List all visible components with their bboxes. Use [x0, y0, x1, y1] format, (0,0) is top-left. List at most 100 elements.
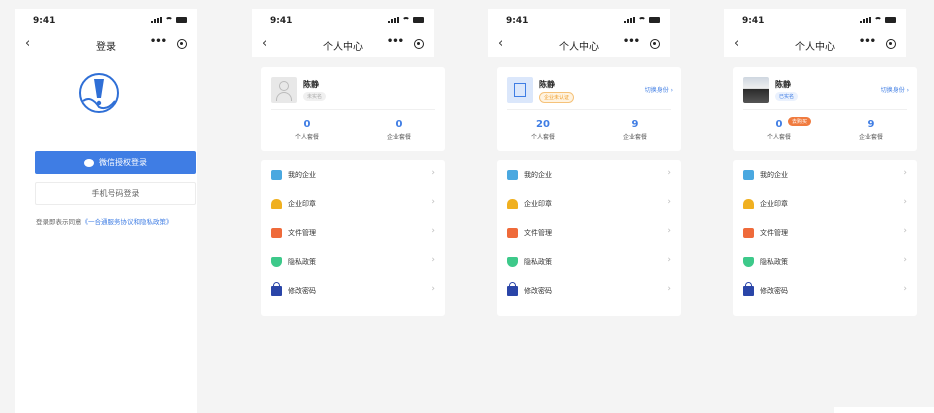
menu-item-label: 企业印章: [524, 199, 552, 208]
more-icon[interactable]: •••: [150, 36, 167, 47]
nav-bar: ‹ 登录 •••: [15, 33, 197, 57]
status-badge: 未实名: [303, 92, 327, 101]
menu-item-label: 修改密码: [524, 286, 552, 295]
folder-icon: [507, 227, 518, 238]
more-icon[interactable]: •••: [859, 36, 876, 47]
close-miniapp-icon[interactable]: [177, 39, 187, 49]
more-icon[interactable]: •••: [623, 36, 640, 47]
menu-item-label: 我的企业: [524, 170, 552, 179]
nav-bar: ‹ 个人中心 •••: [724, 33, 906, 57]
chevron-right-icon: ›: [903, 168, 907, 178]
chevron-right-icon: ›: [431, 284, 435, 294]
close-miniapp-icon[interactable]: [650, 39, 660, 49]
divider: [507, 109, 671, 110]
menu-item-seal[interactable]: 企业印章 ›: [733, 189, 917, 218]
status-bar: 9:41: [15, 9, 197, 33]
signal-icon: [624, 17, 635, 23]
agreement-text: 登录即表示同意《一合通服务协议和隐私政策》: [36, 216, 173, 226]
chevron-right-icon: ›: [667, 226, 671, 236]
chevron-right-icon: ›: [903, 197, 907, 207]
stat-label: 企业套餐: [386, 134, 411, 141]
menu-item-label: 我的企业: [288, 170, 316, 179]
shield-icon: [507, 256, 518, 267]
menu-item-password[interactable]: 修改密码 ›: [497, 276, 681, 305]
menu-item-password[interactable]: 修改密码 ›: [733, 276, 917, 305]
menu-item-label: 隐私政策: [760, 257, 788, 266]
menu-item-files[interactable]: 文件管理 ›: [497, 218, 681, 247]
personal-package-stat[interactable]: 20 个人套餐: [497, 119, 589, 141]
switch-identity-link[interactable]: 切换身份 ›: [881, 85, 909, 94]
battery-icon: [413, 17, 424, 23]
stat-label: 企业套餐: [858, 134, 883, 141]
profile-screen-2: 9:41 ‹ 个人中心 ••• 陈静 企业未认证 切换身份 › 20 个人套餐 …: [488, 9, 681, 413]
corner-patch: [834, 407, 934, 413]
company-package-stat[interactable]: 9 企业套餐: [589, 119, 681, 141]
wifi-icon: [874, 17, 882, 23]
chevron-right-icon: ›: [667, 197, 671, 207]
status-badge: 已实名: [775, 92, 799, 101]
stat-number: 9: [867, 119, 875, 130]
menu-item-files[interactable]: 文件管理 ›: [261, 218, 445, 247]
menu-item-privacy[interactable]: 隐私政策 ›: [261, 247, 445, 276]
menu-item-label: 企业印章: [760, 199, 788, 208]
page-title: 个人中心: [795, 42, 835, 53]
company-avatar[interactable]: [507, 77, 533, 103]
menu-item-password[interactable]: 修改密码 ›: [261, 276, 445, 305]
chevron-right-icon: ›: [431, 197, 435, 207]
login-screen: 9:41 ‹ 登录 ••• 微信授权登录 手机号码登录 登录即表示同意《一合通服…: [15, 9, 197, 413]
menu-item-label: 我的企业: [760, 170, 788, 179]
menu-item-company[interactable]: 我的企业 ›: [733, 160, 917, 189]
menu-item-privacy[interactable]: 隐私政策 ›: [733, 247, 917, 276]
close-miniapp-icon[interactable]: [886, 39, 896, 49]
chevron-right-icon: ›: [431, 168, 435, 178]
menu-item-files[interactable]: 文件管理 ›: [733, 218, 917, 247]
signal-icon: [388, 17, 399, 23]
company-package-stat[interactable]: 9 企业套餐: [825, 119, 917, 141]
personal-package-stat[interactable]: 去购买 0 个人套餐: [733, 117, 825, 141]
status-icons: [151, 17, 187, 23]
profile-card: 陈静 已实名 切换身份 › 去购买 0 个人套餐 9 企业套餐: [733, 67, 917, 151]
nav-bar: ‹ 个人中心 •••: [488, 33, 670, 57]
switch-identity-link[interactable]: 切换身份 ›: [645, 85, 673, 94]
company-icon: [271, 169, 282, 180]
wifi-icon: [638, 17, 646, 23]
wechat-login-button[interactable]: 微信授权登录: [35, 151, 196, 174]
wifi-icon: [402, 17, 410, 23]
avatar[interactable]: [743, 77, 769, 103]
more-icon[interactable]: •••: [387, 36, 404, 47]
close-miniapp-icon[interactable]: [414, 39, 424, 49]
phone-login-button[interactable]: 手机号码登录: [35, 182, 196, 205]
company-package-stat[interactable]: 0 企业套餐: [353, 119, 445, 141]
menu-item-seal[interactable]: 企业印章 ›: [497, 189, 681, 218]
chevron-right-icon: ›: [431, 226, 435, 236]
status-time: 9:41: [33, 16, 56, 26]
stat-label: 个人套餐: [294, 134, 319, 141]
page-title: 个人中心: [323, 42, 363, 53]
status-bar: 9:41: [724, 9, 906, 33]
lock-icon: [271, 281, 282, 296]
profile-card: 陈静 企业未认证 切换身份 › 20 个人套餐 9 企业套餐: [497, 67, 681, 151]
wifi-icon: [165, 17, 173, 23]
status-icons: [860, 17, 896, 23]
signal-icon: [151, 17, 162, 23]
lock-icon: [743, 281, 754, 296]
battery-icon: [176, 17, 187, 23]
agreement-link[interactable]: 《一合通服务协议和隐私政策》: [82, 218, 173, 226]
menu-list: 我的企业 › 企业印章 › 文件管理 › 隐私政策 › 修改密码 ›: [733, 160, 917, 316]
chevron-right-icon: ›: [903, 284, 907, 294]
battery-icon: [885, 17, 896, 23]
wechat-login-label: 微信授权登录: [99, 158, 147, 167]
buy-badge[interactable]: 去购买: [788, 117, 812, 126]
divider: [271, 109, 435, 110]
personal-package-stat[interactable]: 0 个人套餐: [261, 119, 353, 141]
app-logo: [79, 73, 119, 113]
menu-item-company[interactable]: 我的企业 ›: [261, 160, 445, 189]
company-icon: [507, 169, 518, 180]
menu-item-company[interactable]: 我的企业 ›: [497, 160, 681, 189]
status-bar: 9:41: [252, 9, 434, 33]
page-title: 个人中心: [559, 42, 599, 53]
menu-item-privacy[interactable]: 隐私政策 ›: [497, 247, 681, 276]
menu-item-seal[interactable]: 企业印章 ›: [261, 189, 445, 218]
avatar[interactable]: [271, 77, 297, 103]
menu-item-label: 隐私政策: [288, 257, 316, 266]
